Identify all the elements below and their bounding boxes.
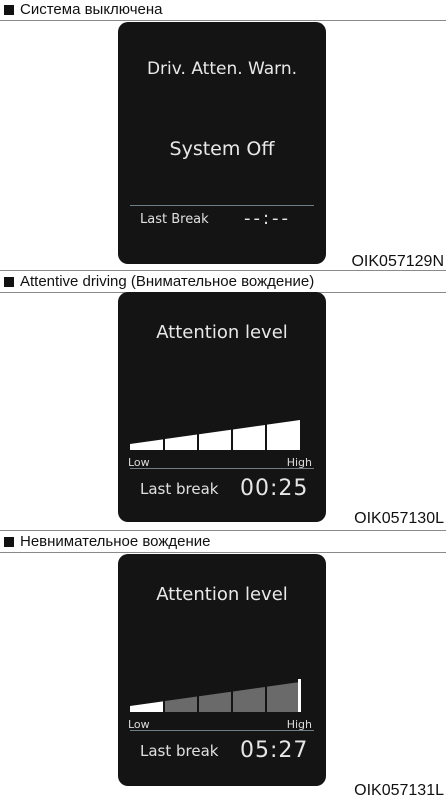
figure-code: OIK057131L [354,782,444,799]
level-max-marker [298,679,301,712]
attention-level-bar [130,420,300,450]
screen-header: Driv. Atten. Warn. [146,59,298,79]
last-break-value: 05:27 [240,738,309,763]
caption-underline [0,552,446,553]
screen-divider [130,205,314,206]
cluster-screen: Attention level Low High Last break 00:2… [118,292,326,522]
panel-attentive-driving: Attentive driving (Внимательное вождение… [0,270,446,528]
attention-level-bar [130,679,301,712]
square-bullet-icon [4,5,14,15]
last-break-label: Last Break [140,212,209,227]
level-segment [233,424,265,450]
level-segment [199,429,231,450]
level-segment [130,701,163,712]
square-bullet-icon [4,277,14,287]
screen-divider [130,730,314,731]
caption-text: Система выключена [20,1,163,18]
last-break-value: 00:25 [240,476,309,501]
last-break-label: Last break [140,742,219,760]
caption: Система выключена [4,0,163,20]
section-separator [0,530,446,531]
screen-header: Attention level [156,584,288,605]
level-segment [130,439,163,450]
level-segment [233,686,265,712]
level-segment [165,434,197,450]
panel-inattentive-driving: Невнимательное вождение Attention level … [0,530,446,799]
square-bullet-icon [4,537,14,547]
level-segment [267,420,300,450]
level-segment [199,691,231,712]
section-separator [0,270,446,271]
caption-underline [0,20,446,21]
last-break-label: Last break [140,480,219,498]
caption: Невнимательное вождение [4,532,211,552]
cluster-screen: Attention level Low High Last break 05:2… [118,554,326,786]
panel-system-off: Система выключена Driv. Atten. Warn. Sys… [0,0,446,270]
caption-text: Attentive driving (Внимательное вождение… [20,273,315,290]
cluster-screen: Driv. Atten. Warn. System Off Last Break… [118,22,326,264]
figure-code: OIK057129N [351,253,444,270]
screen-divider [130,468,314,469]
caption: Attentive driving (Внимательное вождение… [4,272,314,292]
screen-header: Attention level [156,322,288,343]
caption-text: Невнимательное вождение [20,533,211,550]
last-break-value: --:-- [244,208,292,229]
figure-code: OIK057130L [354,510,444,527]
level-segment [165,696,197,712]
level-segment [267,682,300,712]
system-status: System Off [169,138,275,160]
